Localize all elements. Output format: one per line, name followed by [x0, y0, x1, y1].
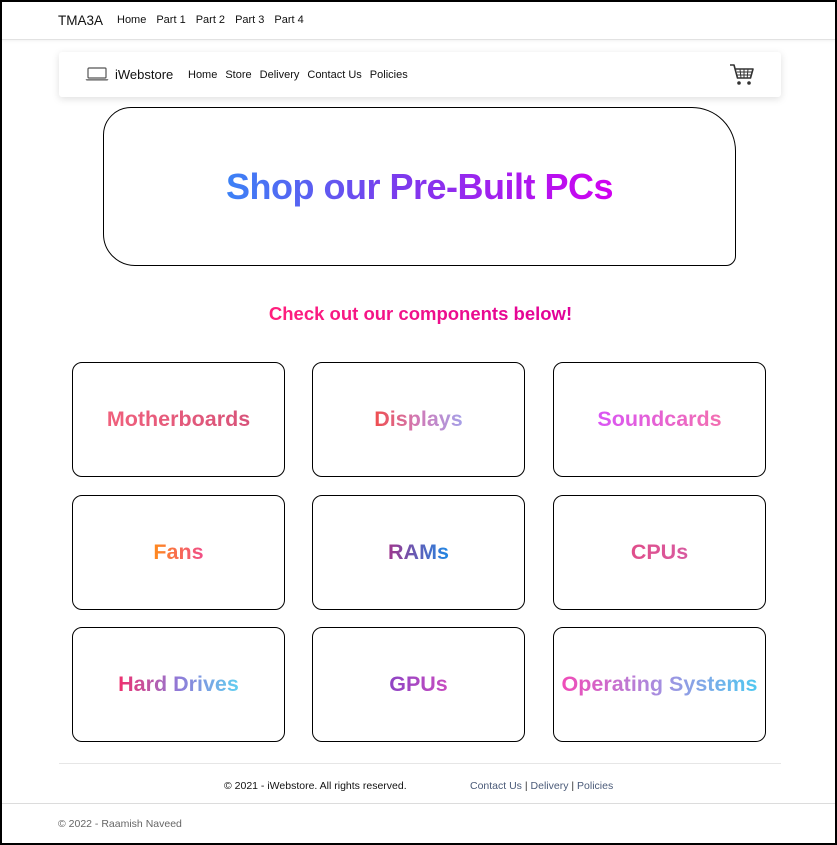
- category-card-cpus[interactable]: CPUs: [553, 495, 766, 610]
- category-card-operating-systems[interactable]: Operating Systems: [553, 627, 766, 742]
- page-copyright: © 2022 - Raamish Naveed: [58, 818, 182, 830]
- category-label: RAMs: [388, 540, 449, 564]
- category-card-fans[interactable]: Fans: [72, 495, 285, 610]
- nav-link-part-2[interactable]: Part 2: [196, 14, 225, 26]
- category-label: Soundcards: [597, 407, 722, 431]
- footer-links: Contact Us | Delivery | Policies: [470, 780, 613, 792]
- browser-page: TMA3A Home Part 1 Part 2 Part 3 Part 4 i…: [0, 0, 837, 845]
- store-link-delivery[interactable]: Delivery: [260, 69, 300, 81]
- category-label: Fans: [153, 540, 204, 564]
- category-card-soundcards[interactable]: Soundcards: [553, 362, 766, 477]
- hero-title: Shop our Pre-Built PCs: [225, 165, 614, 207]
- footer-link-contact-us[interactable]: Contact Us: [470, 780, 522, 792]
- store-brand[interactable]: iWebstore: [115, 67, 173, 82]
- page-footer: © 2022 - Raamish Naveed: [2, 803, 835, 843]
- category-card-displays[interactable]: Displays: [312, 362, 525, 477]
- nav-link-part-4[interactable]: Part 4: [274, 14, 303, 26]
- category-label: Operating Systems: [561, 672, 758, 696]
- footer-divider: [59, 763, 781, 764]
- store-link-contact-us[interactable]: Contact Us: [307, 69, 361, 81]
- category-label: Displays: [374, 407, 463, 431]
- site-brand[interactable]: TMA3A: [58, 13, 103, 28]
- footer-separator: |: [571, 780, 575, 792]
- category-card-hard-drives[interactable]: Hard Drives: [72, 627, 285, 742]
- category-card-motherboards[interactable]: Motherboards: [72, 362, 285, 477]
- top-nav-links: Home Part 1 Part 2 Part 3 Part 4: [117, 14, 304, 26]
- store-navbar: iWebstore Home Store Delivery Contact Us…: [59, 52, 781, 97]
- laptop-icon: [85, 67, 109, 86]
- category-card-rams[interactable]: RAMs: [312, 495, 525, 610]
- section-subtitle: Check out our components below!: [2, 303, 835, 325]
- subtitle-text: Check out our components below!: [268, 303, 573, 324]
- category-card-gpus[interactable]: GPUs: [312, 627, 525, 742]
- nav-link-part-1[interactable]: Part 1: [156, 14, 185, 26]
- nav-link-home[interactable]: Home: [117, 14, 146, 26]
- category-label: CPUs: [630, 540, 689, 564]
- store-link-store[interactable]: Store: [225, 69, 251, 81]
- footer-link-delivery[interactable]: Delivery: [531, 780, 569, 792]
- cart-icon[interactable]: [729, 63, 755, 92]
- store-copyright: © 2021 - iWebstore. All rights reserved.: [224, 780, 407, 792]
- top-navbar: TMA3A Home Part 1 Part 2 Part 3 Part 4: [2, 2, 835, 40]
- category-label: Motherboards: [106, 407, 251, 431]
- store-link-home[interactable]: Home: [188, 69, 217, 81]
- hero-banner: Shop our Pre-Built PCs: [103, 107, 736, 266]
- category-label: Hard Drives: [118, 672, 239, 696]
- store-link-policies[interactable]: Policies: [370, 69, 408, 81]
- footer-separator: |: [524, 780, 528, 792]
- store-nav-links: Home Store Delivery Contact Us Policies: [188, 69, 408, 81]
- nav-link-part-3[interactable]: Part 3: [235, 14, 264, 26]
- category-label: GPUs: [389, 672, 448, 696]
- footer-link-policies[interactable]: Policies: [577, 780, 613, 792]
